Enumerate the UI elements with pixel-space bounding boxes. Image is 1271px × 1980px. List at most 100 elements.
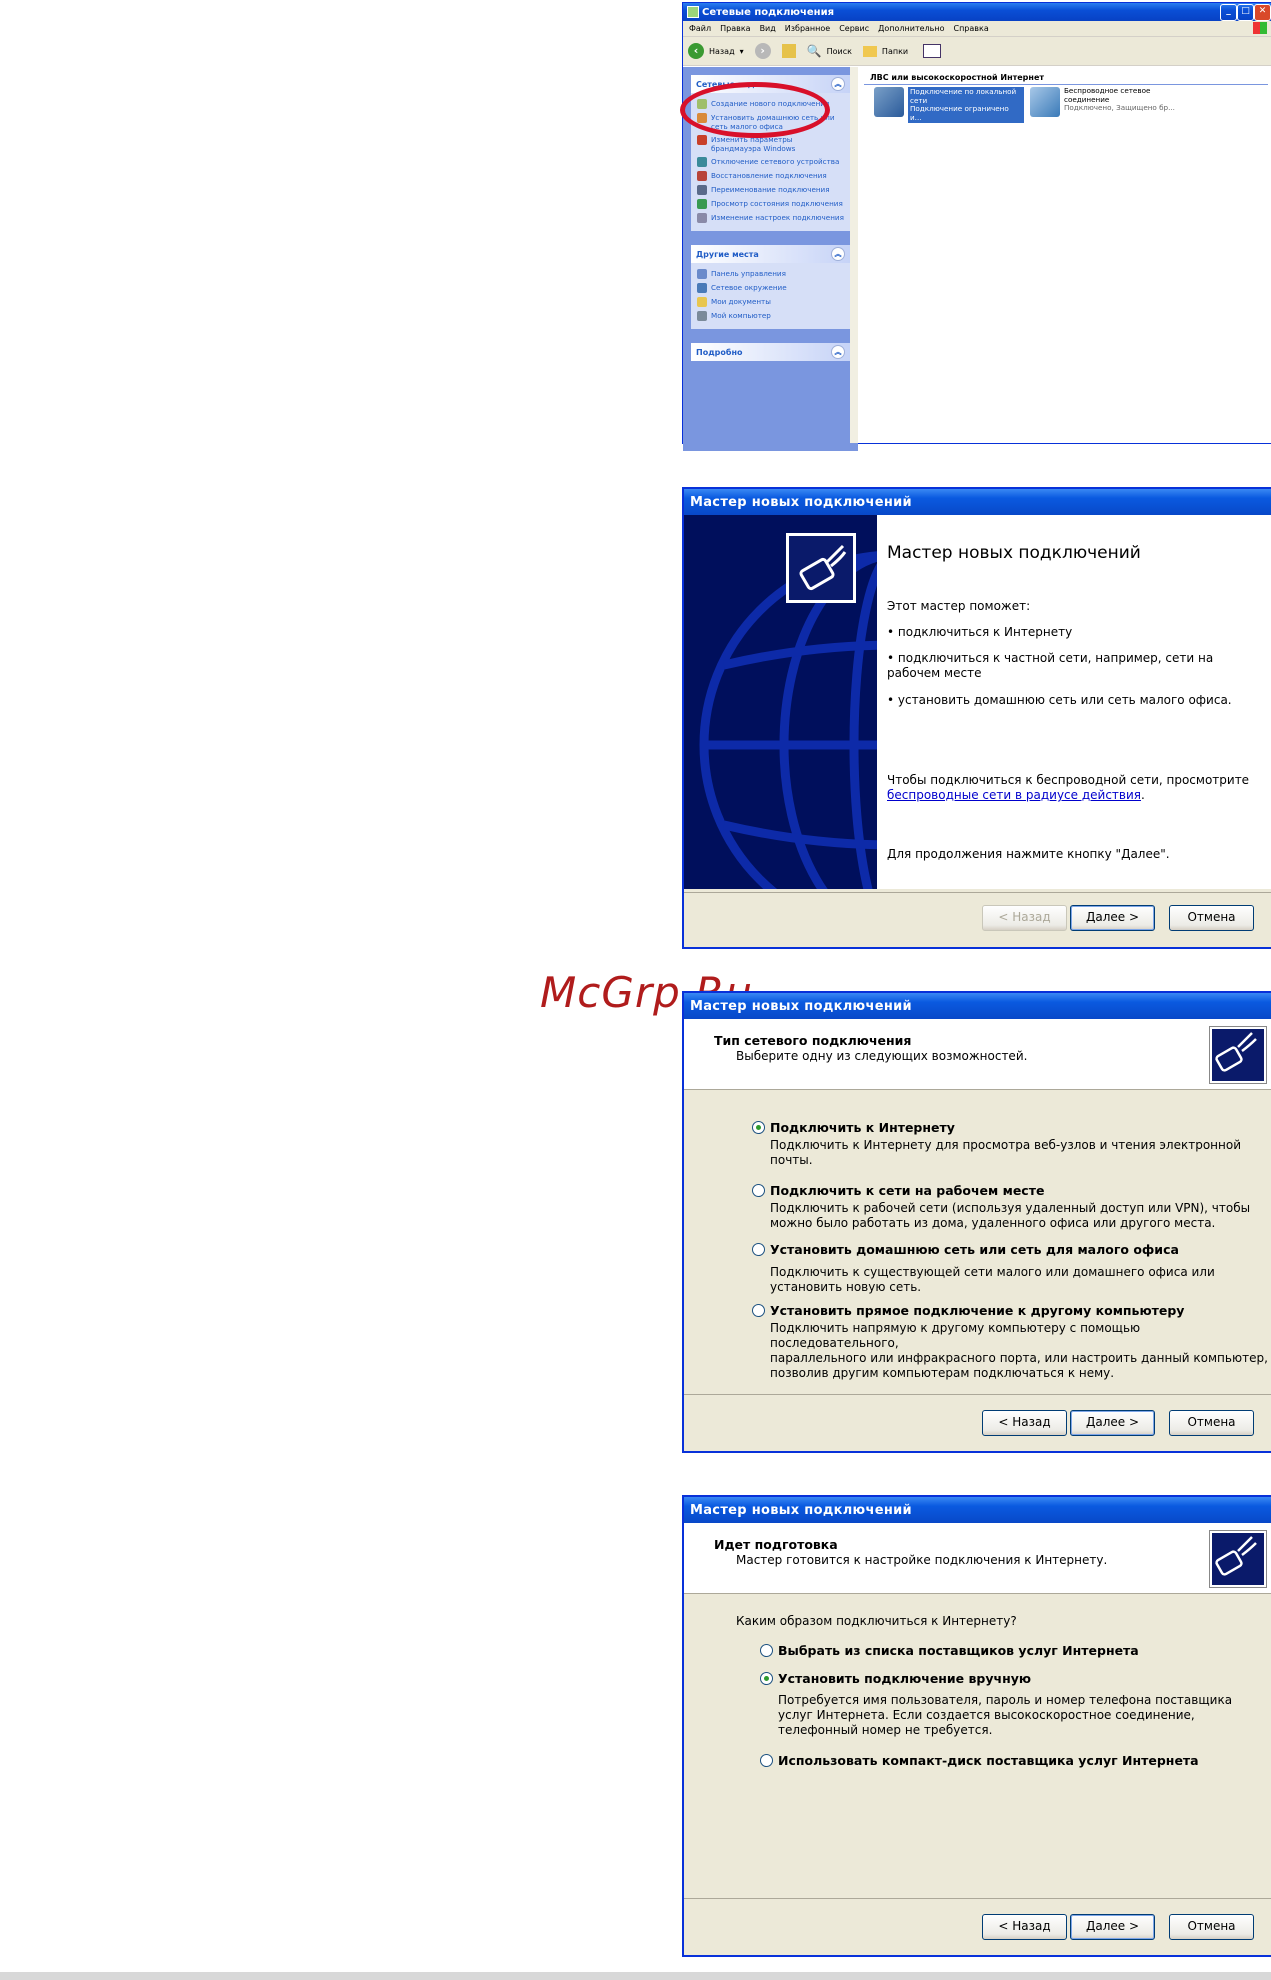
connection-status: Подключение ограничено и... <box>910 104 1009 122</box>
bullet-item: • подключиться к частной сети, например,… <box>887 651 1214 680</box>
option-label[interactable]: Установить прямое подключение к другому … <box>770 1303 1184 1318</box>
option-description: Подключить к Интернету для просмотра веб… <box>770 1138 1242 1167</box>
wizard-header: Тип сетевого подключения Выберите одну и… <box>684 1019 1271 1090</box>
task-change-settings[interactable]: Изменение настроек подключения <box>691 211 850 225</box>
wizard-titlebar: Мастер новых подключений <box>684 1497 1271 1523</box>
connection-name: Беспроводное сетевое соединение <box>1064 86 1151 104</box>
option-label[interactable]: Установить домашнюю сеть или сеть для ма… <box>770 1242 1179 1257</box>
task-repair[interactable]: Восстановление подключения <box>691 169 850 183</box>
collapse-icon[interactable]: ︽ <box>831 77 845 91</box>
computer-icon <box>697 311 707 321</box>
option-label[interactable]: Использовать компакт-диск поставщика усл… <box>778 1753 1199 1768</box>
option-description: Подключить напрямую к другому компьютеру… <box>770 1321 1268 1380</box>
wizard-side-panel <box>684 515 877 889</box>
continue-text: Для продолжения нажмите кнопку "Далее". <box>887 847 1170 861</box>
place-my-documents[interactable]: Мои документы <box>691 295 850 309</box>
option-label[interactable]: Подключить к сети на рабочем месте <box>770 1183 1044 1198</box>
collapse-icon[interactable]: ︽ <box>831 247 845 261</box>
task-view-status[interactable]: Просмотр состояния подключения <box>691 197 850 211</box>
cable-icon <box>1215 1536 1257 1576</box>
menu-favorites[interactable]: Избранное <box>785 24 830 33</box>
menu-help[interactable]: Справка <box>953 24 988 33</box>
status-icon <box>697 199 707 209</box>
rename-icon <box>697 185 707 195</box>
place-network[interactable]: Сетевое окружение <box>691 281 850 295</box>
menu-file[interactable]: Файл <box>689 24 711 33</box>
button-bar: < Назад Далее > Отмена <box>684 1898 1271 1955</box>
task-disable-device[interactable]: Отключение сетевого устройства <box>691 155 850 169</box>
documents-folder-icon <box>697 297 707 307</box>
bullet-item: • подключиться к Интернету <box>887 625 1073 639</box>
close-button[interactable]: ✕ <box>1254 4 1271 21</box>
folders-icon[interactable] <box>862 45 877 57</box>
back-arrow-icon[interactable]: ‹ <box>688 43 704 59</box>
minimize-button[interactable]: _ <box>1220 4 1237 21</box>
option-description: Потребуется имя пользователя, пароль и н… <box>778 1693 1233 1737</box>
network-places-icon <box>697 283 707 293</box>
back-button[interactable]: < Назад <box>982 1914 1067 1940</box>
details-header[interactable]: Подробно ︽ <box>691 343 850 361</box>
window-title: Сетевые подключения <box>702 6 835 18</box>
windows-logo-icon <box>1253 22 1267 34</box>
option-label[interactable]: Подключить к Интернету <box>770 1120 955 1135</box>
disable-device-icon <box>697 157 707 167</box>
connection-name: Подключение по локальной сети <box>910 87 1017 105</box>
other-places-header[interactable]: Другие места ︽ <box>691 245 850 263</box>
menu-edit[interactable]: Правка <box>720 24 750 33</box>
wizard-connection-type-window: Мастер новых подключений Тип сетевого по… <box>682 991 1271 1453</box>
radio-direct-connection[interactable] <box>752 1304 765 1317</box>
menu-view[interactable]: Вид <box>760 24 776 33</box>
back-button-label[interactable]: Назад <box>709 47 735 56</box>
radio-internet[interactable] <box>752 1121 765 1134</box>
wireless-text: Чтобы подключиться к беспроводной сети, … <box>887 773 1250 802</box>
search-button-label[interactable]: Поиск <box>827 47 852 56</box>
header-subtitle: Мастер готовится к настройке подключения… <box>736 1553 1108 1567</box>
radio-isp-list[interactable] <box>760 1644 773 1657</box>
repair-icon <box>697 171 707 181</box>
question-text: Каким образом подключиться к Интернету? <box>736 1614 1017 1628</box>
wizard-getting-ready-window: Мастер новых подключений Идет подготовка… <box>682 1495 1271 1957</box>
next-button[interactable]: Далее > <box>1070 905 1155 931</box>
cancel-button[interactable]: Отмена <box>1169 1914 1254 1940</box>
cable-icon <box>799 544 847 591</box>
option-label[interactable]: Установить подключение вручную <box>778 1671 1031 1686</box>
connection-lan[interactable]: Подключение по локальной сети Подключени… <box>874 87 1024 123</box>
wireless-link[interactable]: беспроводные сети в радиусе действия <box>887 788 1141 802</box>
collapse-icon[interactable]: ︽ <box>831 345 845 359</box>
views-icon[interactable] <box>923 44 942 58</box>
radio-isp-cd[interactable] <box>760 1754 773 1767</box>
connections-list: ЛВС или высокоскоростной Интернет Подклю… <box>864 67 1271 443</box>
folders-button-label[interactable]: Папки <box>882 47 908 56</box>
radio-manual[interactable] <box>760 1672 773 1685</box>
next-button[interactable]: Далее > <box>1070 1410 1155 1436</box>
radio-workplace[interactable] <box>752 1184 765 1197</box>
maximize-button[interactable]: □ <box>1237 4 1254 21</box>
wizard-titlebar: Мастер новых подключений <box>684 489 1271 515</box>
radio-home-network[interactable] <box>752 1243 765 1256</box>
group-header: ЛВС или высокоскоростной Интернет <box>864 67 1268 85</box>
connection-wireless[interactable]: Беспроводное сетевое соединение Подключе… <box>1030 86 1184 117</box>
wizard-intro: Этот мастер поможет: <box>887 599 1031 613</box>
menu-tools[interactable]: Сервис <box>839 24 869 33</box>
cancel-button[interactable]: Отмена <box>1169 905 1254 931</box>
back-dropdown-icon[interactable]: ▾ <box>740 47 744 56</box>
sidebar-scrollbar[interactable] <box>850 67 858 443</box>
button-bar: < Назад Далее > Отмена <box>684 1394 1271 1451</box>
place-control-panel[interactable]: Панель управления <box>691 267 850 281</box>
back-button[interactable]: < Назад <box>982 1410 1067 1436</box>
back-button[interactable]: < Назад <box>982 905 1067 931</box>
option-description: Подключить к существующей сети малого ил… <box>770 1265 1215 1294</box>
bullet-item: • установить домашнюю сеть или сеть мало… <box>887 693 1232 707</box>
up-folder-icon[interactable] <box>781 44 796 58</box>
next-button[interactable]: Далее > <box>1070 1914 1155 1940</box>
cancel-button[interactable]: Отмена <box>1169 1410 1254 1436</box>
option-label[interactable]: Выбрать из списка поставщиков услуг Инте… <box>778 1643 1139 1658</box>
forward-arrow-icon[interactable]: › <box>754 43 771 59</box>
search-icon[interactable]: 🔍 <box>807 44 822 58</box>
header-subtitle: Выберите одну из следующих возможностей. <box>736 1049 1028 1063</box>
header-title: Идет подготовка <box>714 1537 838 1552</box>
cable-icon <box>1215 1032 1257 1072</box>
task-rename[interactable]: Переименование подключения <box>691 183 850 197</box>
place-my-computer[interactable]: Мой компьютер <box>691 309 850 323</box>
menu-advanced[interactable]: Дополнительно <box>878 24 944 33</box>
